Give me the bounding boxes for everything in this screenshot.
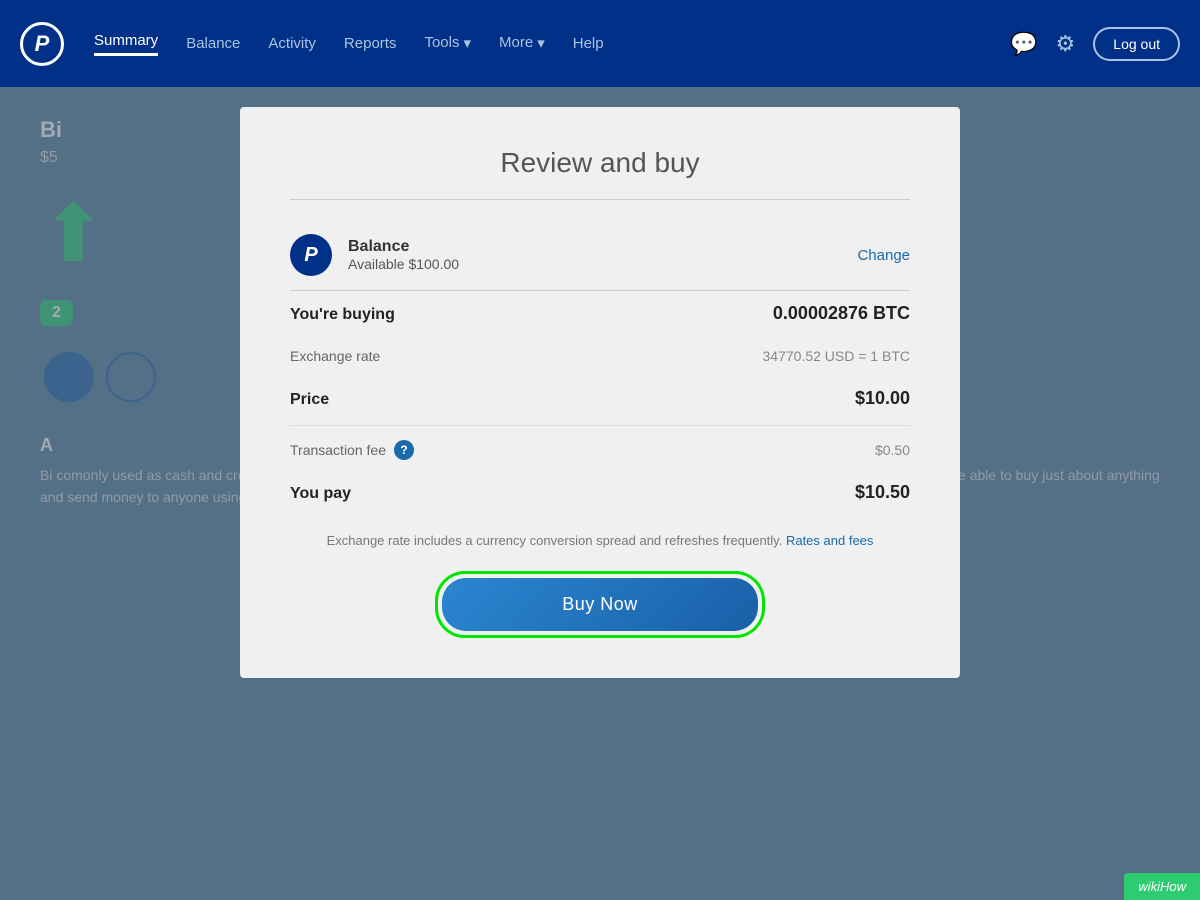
buying-label: You're buying: [290, 306, 395, 324]
payment-available: Available $100.00: [348, 256, 841, 272]
navbar: P Summary Balance Activity Reports Tools…: [0, 0, 1200, 87]
fee-label: Transaction fee ?: [290, 440, 414, 460]
paypal-logo: P: [20, 22, 64, 66]
divider-thin-1: [290, 425, 910, 426]
nav-more[interactable]: More ▾: [499, 34, 545, 56]
chevron-down-icon: ▾: [463, 34, 471, 52]
modal-title: Review and buy: [290, 147, 910, 179]
buy-btn-border: Buy Now: [435, 571, 765, 638]
price-value: $10.00: [855, 388, 910, 409]
paypal-icon: P: [290, 234, 332, 276]
nav-tools[interactable]: Tools ▾: [424, 34, 471, 56]
payment-info: Balance Available $100.00: [348, 238, 841, 272]
price-label: Price: [290, 391, 329, 409]
buy-now-wrapper: Buy Now: [290, 571, 910, 638]
transaction-fee-value: $0.50: [875, 442, 910, 458]
wikihow-badge: wikiHow: [1124, 873, 1200, 900]
exchange-rate-row: Exchange rate 34770.52 USD = 1 BTC: [290, 336, 910, 376]
message-icon-button[interactable]: 💬: [1010, 31, 1037, 57]
exchange-rate-value: 34770.52 USD = 1 BTC: [763, 348, 910, 364]
buying-value: 0.00002876 BTC: [773, 303, 910, 324]
help-icon[interactable]: ?: [394, 440, 414, 460]
nav-summary[interactable]: Summary: [94, 32, 158, 56]
you-pay-value: $10.50: [855, 482, 910, 503]
nav-right: 💬 ⚙ Log out: [1010, 27, 1180, 61]
nav-reports[interactable]: Reports: [344, 35, 397, 56]
review-buy-modal: Review and buy P Balance Available $100.…: [240, 107, 960, 678]
nav-activity[interactable]: Activity: [268, 35, 316, 56]
you-pay-row: You pay $10.50: [290, 470, 910, 515]
payment-name: Balance: [348, 238, 841, 256]
transaction-fee-row: Transaction fee ? $0.50: [290, 430, 910, 470]
logo-text: P: [35, 31, 50, 57]
modal-divider: [290, 199, 910, 200]
change-payment-link[interactable]: Change: [857, 247, 910, 264]
settings-icon-button[interactable]: ⚙: [1056, 31, 1076, 57]
exchange-rate-label: Exchange rate: [290, 348, 380, 364]
nav-links: Summary Balance Activity Reports Tools ▾…: [94, 32, 980, 56]
message-icon: 💬: [1010, 31, 1037, 56]
transaction-fee-label: Transaction fee: [290, 442, 386, 458]
buying-row: You're buying 0.00002876 BTC: [290, 291, 910, 336]
gear-icon: ⚙: [1056, 31, 1076, 56]
modal-overlay: Review and buy P Balance Available $100.…: [0, 87, 1200, 900]
logout-button[interactable]: Log out: [1093, 27, 1180, 61]
you-pay-label: You pay: [290, 485, 351, 503]
nav-balance[interactable]: Balance: [186, 35, 240, 56]
chevron-down-icon: ▾: [537, 34, 545, 52]
nav-help[interactable]: Help: [573, 35, 604, 56]
footer-note: Exchange rate includes a currency conver…: [290, 531, 910, 551]
payment-method-row: P Balance Available $100.00 Change: [290, 220, 910, 291]
rates-fees-link[interactable]: Rates and fees: [786, 533, 873, 548]
price-row: Price $10.00: [290, 376, 910, 421]
buy-now-button[interactable]: Buy Now: [442, 578, 758, 631]
